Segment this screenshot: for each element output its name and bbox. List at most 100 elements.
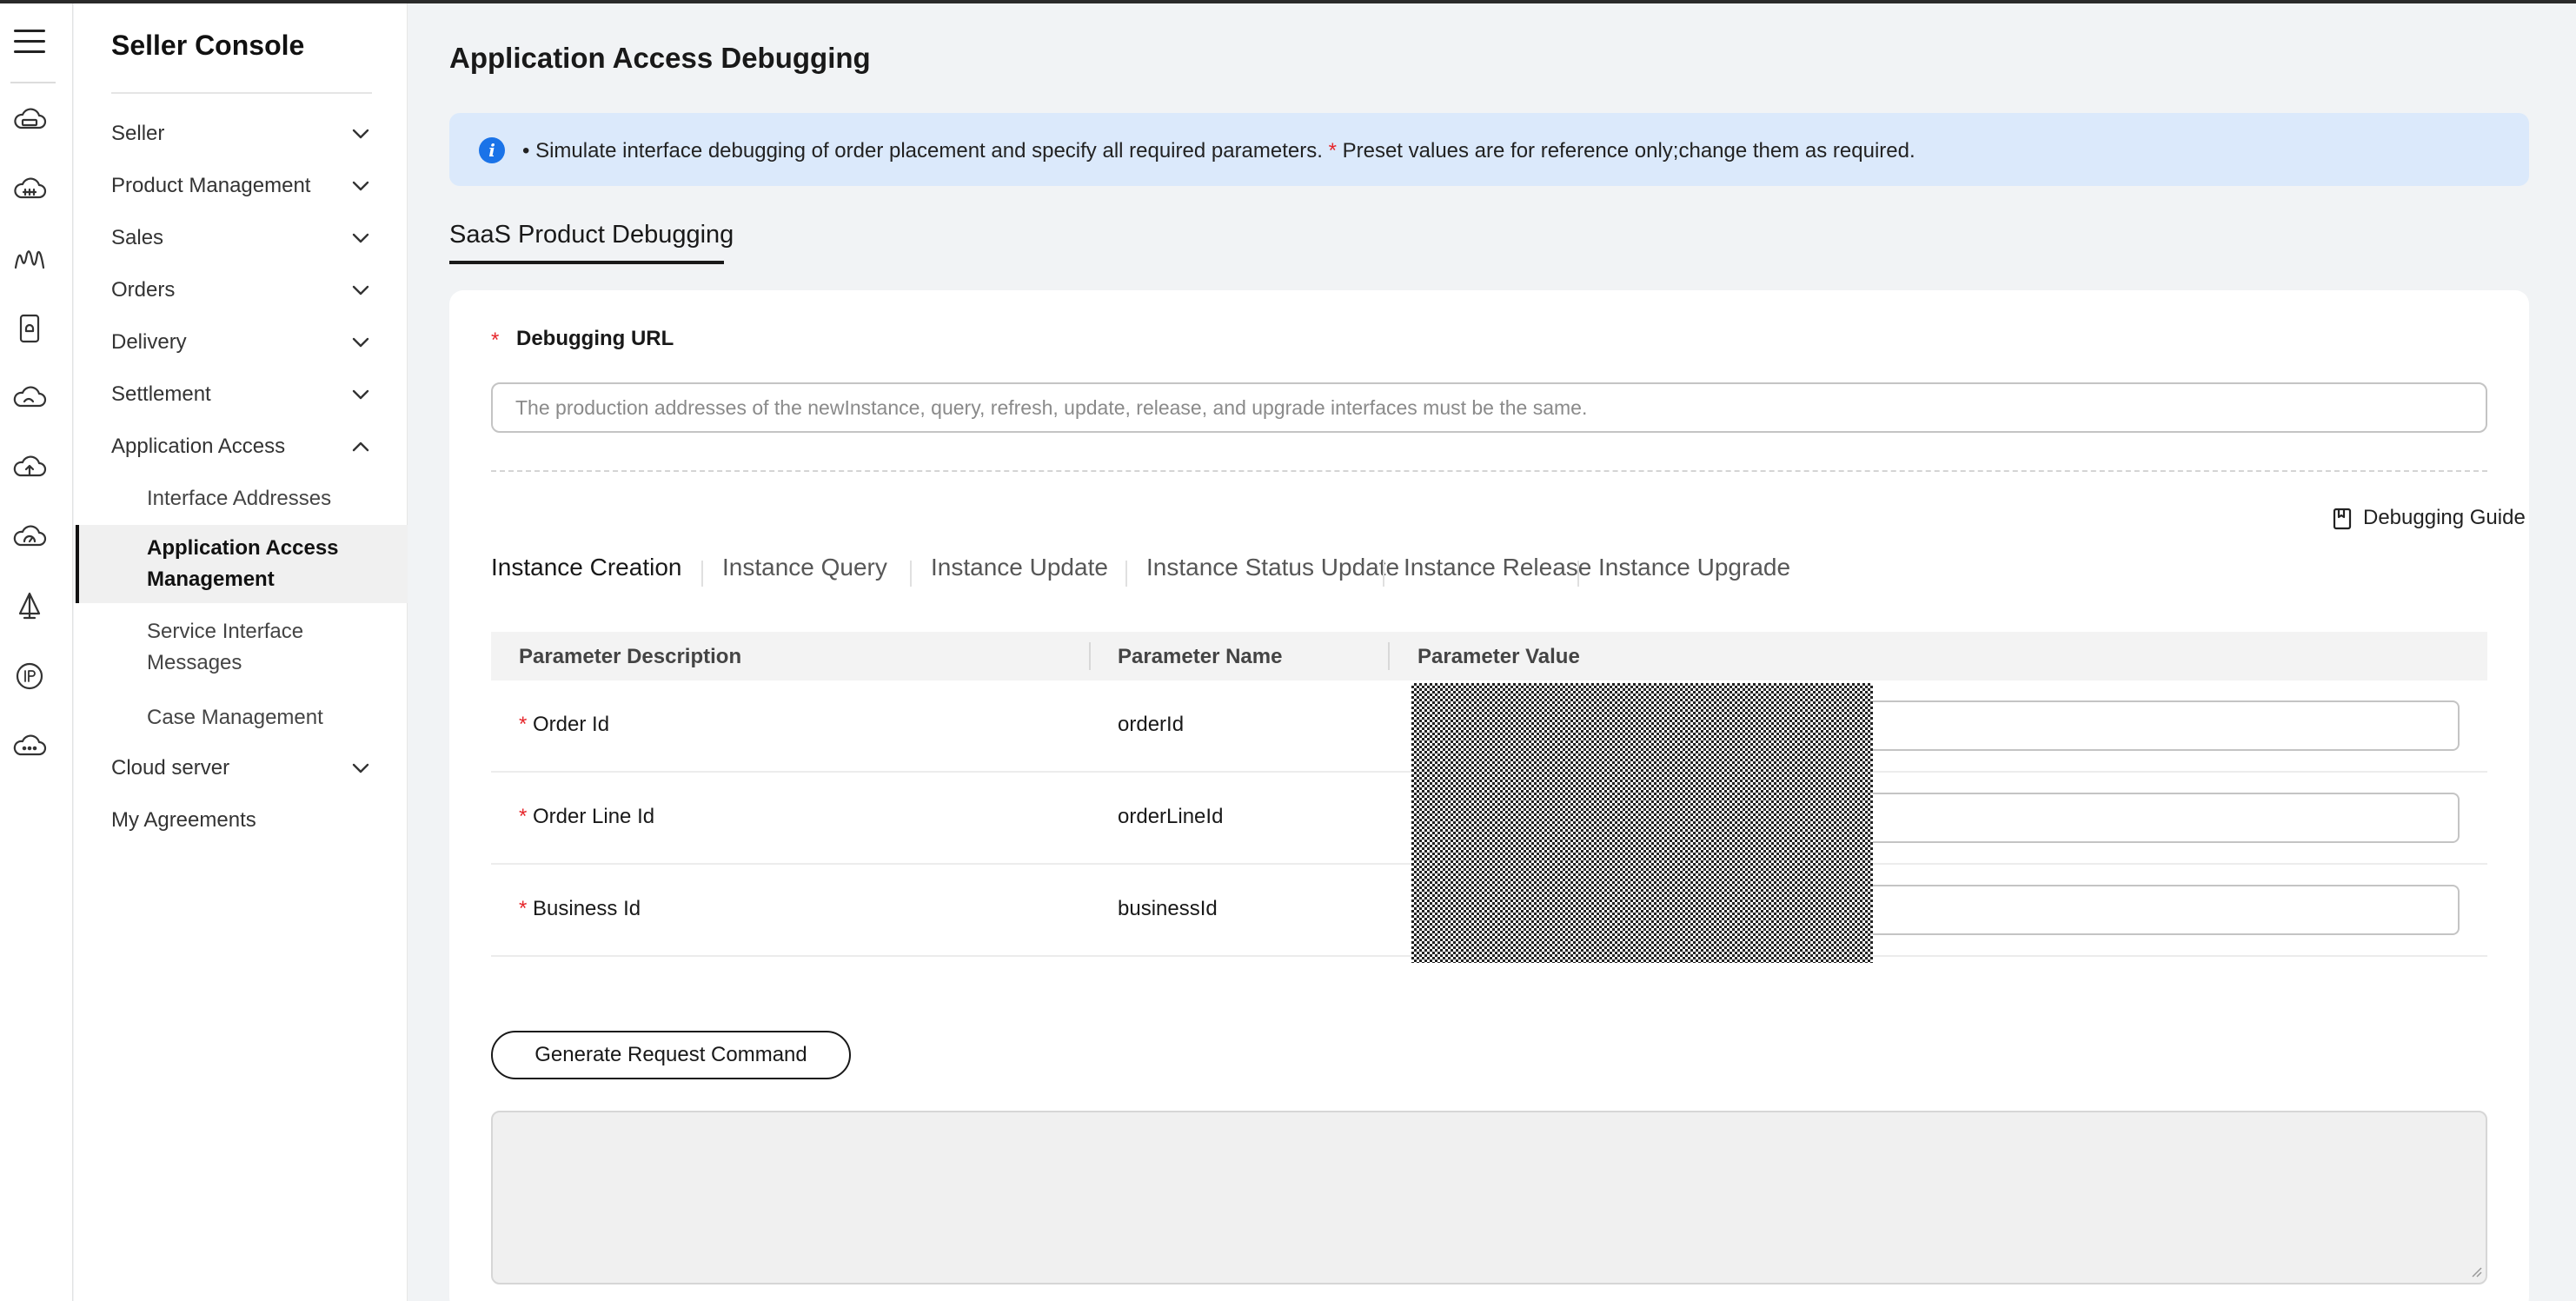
- main-content: Application Access Debugging i • Simulat…: [408, 3, 2576, 1301]
- sidebar-item-label: Delivery: [111, 330, 187, 354]
- request-command-output[interactable]: [491, 1111, 2487, 1284]
- info-notice: i • Simulate interface debugging of orde…: [449, 113, 2529, 186]
- tab-separator: [1577, 561, 1579, 587]
- tab-separator: [701, 561, 703, 587]
- debugging-guide-label: Debugging Guide: [2363, 506, 2526, 529]
- chevron-down-icon: [350, 280, 371, 301]
- tab-instance-update[interactable]: Instance Update: [931, 554, 1108, 581]
- table-header: Parameter Description Parameter Name Par…: [491, 632, 2487, 680]
- column-separator: [1089, 642, 1091, 670]
- parameter-description-text: Order Id: [533, 713, 610, 736]
- notice-text-part2: Preset values are for reference only;cha…: [1342, 139, 1915, 163]
- sidebar-subitem-interface-addresses[interactable]: Interface Addresses: [74, 475, 408, 523]
- notice-required-mark: *: [1328, 139, 1337, 163]
- sidebar-item-label: Sales: [111, 226, 164, 249]
- chevron-down-icon: [350, 123, 371, 144]
- rail-divider: [10, 82, 56, 83]
- sidebar-item-settlement[interactable]: Settlement: [74, 370, 408, 419]
- sidebar-item-sales[interactable]: Sales: [74, 214, 408, 262]
- sidebar: Seller Console Seller Product Management…: [74, 3, 408, 1301]
- tab-separator: [1125, 561, 1127, 587]
- sidebar-item-orders[interactable]: Orders: [74, 266, 408, 315]
- notice-text: • Simulate interface debugging of order …: [522, 139, 1915, 163]
- tab-instance-status-update[interactable]: Instance Status Update: [1146, 554, 1399, 581]
- resize-handle-icon[interactable]: [2470, 1265, 2482, 1278]
- cloud-speed-icon[interactable]: [12, 520, 47, 554]
- sidebar-item-my-agreements[interactable]: My Agreements: [74, 796, 408, 845]
- tab-instance-upgrade[interactable]: Instance Upgrade: [1598, 554, 1790, 581]
- sidebar-item-seller[interactable]: Seller: [74, 110, 408, 158]
- chevron-down-icon: [350, 758, 371, 779]
- cloud-more-icon[interactable]: [12, 728, 47, 763]
- tab-instance-release[interactable]: Instance Release: [1404, 554, 1591, 581]
- active-tab-underline: [449, 261, 724, 264]
- parameter-name: orderLineId: [1118, 805, 1224, 828]
- generate-request-command-button[interactable]: Generate Request Command: [491, 1031, 851, 1079]
- parameter-description: * Order Id: [519, 713, 609, 737]
- chevron-down-icon: [350, 384, 371, 405]
- info-icon: i: [479, 137, 505, 163]
- tab-instance-query[interactable]: Instance Query: [722, 554, 887, 581]
- sail-icon[interactable]: [12, 589, 47, 624]
- book-icon: [2332, 508, 2353, 530]
- cloud-storage-icon[interactable]: [12, 103, 47, 137]
- menu-icon[interactable]: [14, 24, 47, 57]
- dashed-divider: [491, 470, 2487, 472]
- redaction-overlay: [1411, 683, 1873, 963]
- tablet-icon[interactable]: [12, 311, 47, 346]
- tab-separator: [1383, 561, 1384, 587]
- parameter-name: orderId: [1118, 713, 1185, 736]
- sidebar-subitem-label: Case Management: [147, 706, 323, 729]
- sidebar-subitem-label: Service Interface Messages: [147, 620, 304, 674]
- waveform-icon[interactable]: [12, 242, 47, 276]
- sidebar-item-product-management[interactable]: Product Management: [74, 162, 408, 210]
- sidebar-subitem-service-interface-messages[interactable]: Service Interface Messages: [74, 608, 408, 687]
- parameter-description: * Order Line Id: [519, 805, 654, 829]
- sidebar-item-label: Seller: [111, 122, 165, 145]
- cloud-icon[interactable]: [12, 381, 47, 415]
- sidebar-subitem-application-access-management[interactable]: Application Access Management: [74, 525, 408, 603]
- tab-saas-product-debugging[interactable]: SaaS Product Debugging: [449, 221, 734, 249]
- tab-separator: [910, 561, 912, 587]
- sidebar-item-delivery[interactable]: Delivery: [74, 318, 408, 367]
- cloud-gpu-icon[interactable]: [12, 172, 47, 207]
- required-mark: *: [519, 805, 528, 828]
- column-header-value: Parameter Value: [1417, 645, 1580, 668]
- parameter-description-text: Business Id: [533, 897, 641, 920]
- chevron-down-icon: [350, 176, 371, 196]
- page-title: Application Access Debugging: [449, 42, 871, 74]
- chevron-up-icon: [350, 436, 371, 457]
- debugging-card: * Debugging URL Debugging Guide Instance…: [449, 290, 2529, 1301]
- ip-icon[interactable]: [12, 659, 47, 694]
- sidebar-title: Seller Console: [111, 30, 305, 61]
- sidebar-item-label: My Agreements: [111, 808, 256, 832]
- required-mark: *: [519, 897, 528, 920]
- sidebar-item-label: Cloud server: [111, 756, 230, 780]
- sidebar-subitem-case-management[interactable]: Case Management: [74, 694, 408, 742]
- debugging-url-label: Debugging URL: [516, 327, 674, 350]
- sidebar-divider: [111, 92, 372, 94]
- column-header-name: Parameter Name: [1118, 645, 1283, 668]
- debugging-url-input[interactable]: [491, 382, 2487, 433]
- icon-rail: [0, 3, 73, 1301]
- sidebar-item-label: Application Access: [111, 435, 286, 458]
- sidebar-item-label: Settlement: [111, 382, 211, 406]
- sidebar-item-label: Product Management: [111, 174, 311, 197]
- sidebar-subitem-label: Interface Addresses: [147, 487, 332, 510]
- column-header-description: Parameter Description: [519, 645, 742, 668]
- sidebar-item-label: Orders: [111, 278, 176, 302]
- parameter-name: businessId: [1118, 897, 1218, 920]
- chevron-down-icon: [350, 228, 371, 249]
- notice-text-part1: • Simulate interface debugging of order …: [522, 139, 1323, 163]
- chevron-down-icon: [350, 332, 371, 353]
- parameter-description: * Business Id: [519, 897, 641, 921]
- column-separator: [1388, 642, 1390, 670]
- parameter-description-text: Order Line Id: [533, 805, 655, 828]
- required-mark: *: [519, 713, 528, 736]
- sidebar-item-cloud-server[interactable]: Cloud server: [74, 744, 408, 793]
- required-mark: *: [491, 329, 500, 352]
- sidebar-subitem-label: Application Access Management: [147, 536, 339, 591]
- cloud-upload-icon[interactable]: [12, 450, 47, 485]
- sidebar-item-application-access[interactable]: Application Access: [74, 422, 408, 471]
- tab-instance-creation[interactable]: Instance Creation: [491, 554, 681, 581]
